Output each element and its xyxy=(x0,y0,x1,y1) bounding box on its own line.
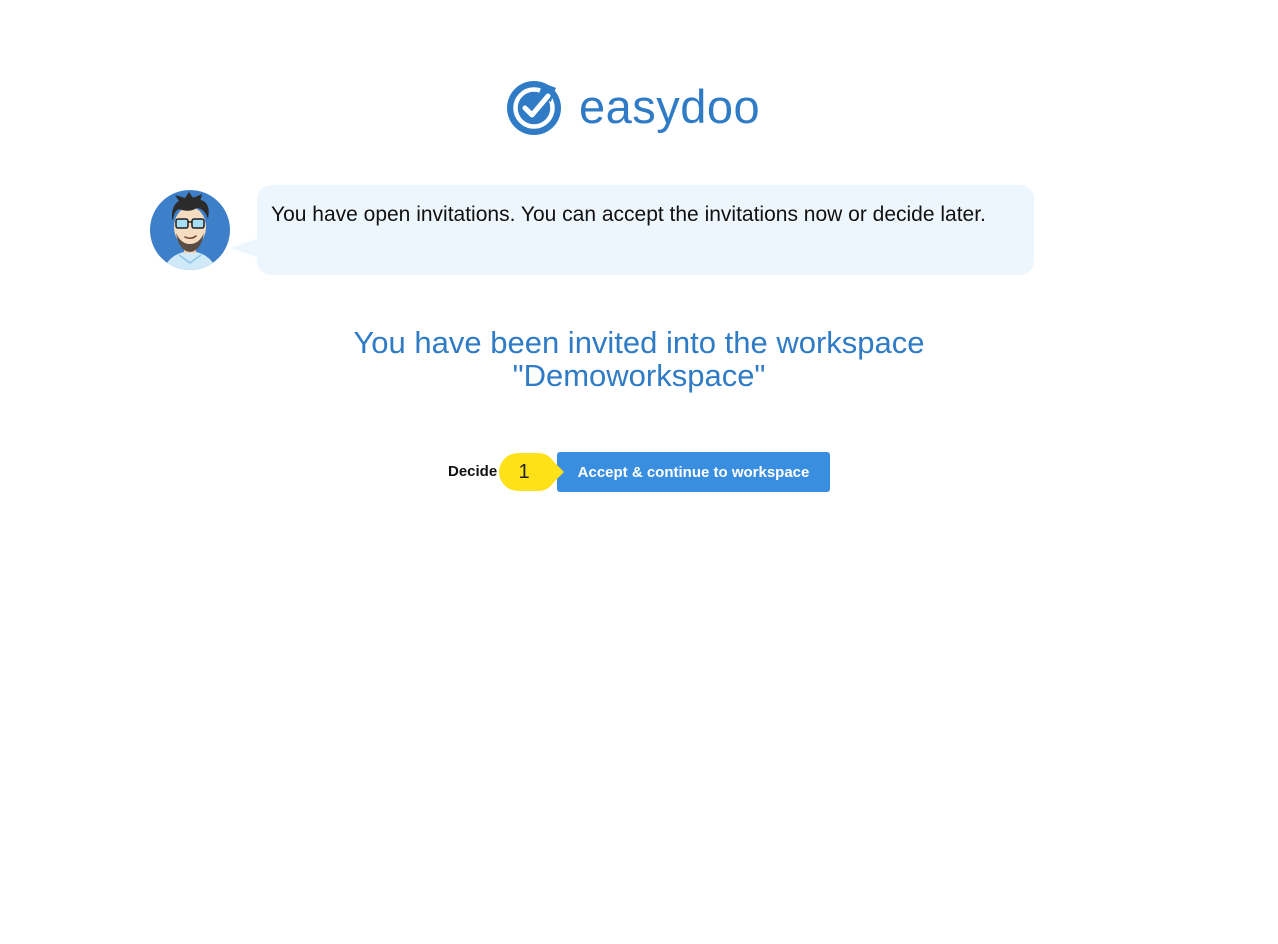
invitation-workspace-name: "Demoworkspace" xyxy=(512,358,766,393)
assistant-speech-bubble: You have open invitations. You can accep… xyxy=(257,185,1034,275)
invitation-page: easydoo You have open invitations. You c… xyxy=(0,0,1278,944)
invitation-heading-line1: You have been invited into the workspace xyxy=(353,325,925,360)
brand-name: easydoo xyxy=(579,79,761,133)
user-avatar-icon xyxy=(150,190,230,270)
brand-logo: easydoo xyxy=(506,78,760,138)
step-number: 1 xyxy=(518,461,530,483)
speech-bubble-tail xyxy=(231,238,259,258)
invitation-heading: You have been invited into the workspace… xyxy=(239,326,1039,392)
accept-continue-button[interactable]: Accept & continue to workspace xyxy=(557,452,830,492)
check-circle-icon xyxy=(507,81,561,135)
assistant-message: You have open invitations. You can accep… xyxy=(271,203,986,226)
